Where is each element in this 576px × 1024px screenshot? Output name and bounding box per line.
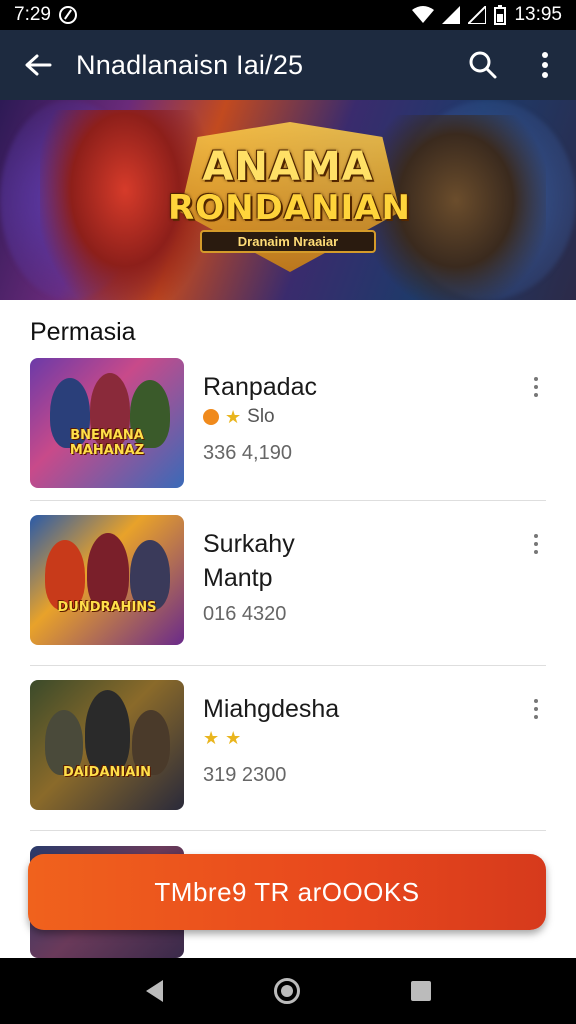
- signal-icon-2: [468, 6, 487, 24]
- rating-dot-icon: [203, 409, 219, 425]
- section-title: Permasia: [30, 318, 136, 346]
- list-item[interactable]: DUNDRAHINS Surkahy Mantp 016 4320: [30, 515, 546, 645]
- item-meta-text: Slo: [247, 406, 275, 427]
- thumbnail-label: DUNDRAHINS: [57, 600, 157, 615]
- star-icon: ★: [225, 728, 242, 748]
- thumbnail-label: DAIDANIAIN: [62, 765, 152, 780]
- banner-subtitle: Dranaim Nraaiar: [200, 230, 376, 253]
- item-meta: ★ ★: [203, 728, 241, 749]
- status-clock: 13:95: [514, 4, 562, 25]
- item-count: 016 4320: [203, 603, 287, 625]
- list-item[interactable]: BNEMANA MAHANAZ Ranpadac ★ Slo 336 4,190: [30, 358, 546, 488]
- item-overflow-menu[interactable]: [526, 694, 546, 724]
- item-count: 319 2300: [203, 764, 287, 786]
- featured-banner[interactable]: ANAMA RONDANIAN Dranaim Nraaiar: [0, 100, 576, 300]
- back-button[interactable]: [0, 30, 76, 100]
- no-disturb-icon: [58, 6, 77, 24]
- item-meta: ★ Slo: [203, 406, 275, 428]
- thumb-figure: [85, 690, 130, 775]
- divider: [30, 500, 546, 501]
- item-title: Surkahy Mantp: [203, 530, 295, 592]
- status-time: 7:29: [14, 4, 51, 25]
- star-icon: ★: [225, 406, 242, 427]
- game-thumbnail: DAIDANIAIN: [30, 680, 184, 810]
- divider: [30, 665, 546, 666]
- item-overflow-menu[interactable]: [526, 529, 546, 559]
- game-thumbnail: DUNDRAHINS: [30, 515, 184, 645]
- banner-title-line2: RONDANIAN: [168, 188, 411, 228]
- item-overflow-menu[interactable]: [526, 372, 546, 402]
- item-title: Ranpadac: [203, 373, 317, 401]
- system-nav-bar: [0, 958, 576, 1024]
- nav-recents-icon[interactable]: [410, 981, 431, 1001]
- divider: [30, 830, 546, 831]
- battery-icon: [494, 5, 507, 25]
- thumbnail-label: BNEMANA MAHANAZ: [69, 428, 145, 458]
- star-icon: ★: [203, 728, 220, 748]
- wifi-icon: [412, 6, 435, 23]
- item-count: 336 4,190: [203, 442, 292, 464]
- item-title: Miahgdesha: [203, 695, 340, 723]
- overflow-menu-button[interactable]: [514, 30, 576, 100]
- app-bar: Nnadlanaisn Iai/25: [0, 30, 576, 100]
- status-bar: 7:29 13:95: [0, 0, 576, 30]
- game-thumbnail: BNEMANA MAHANAZ: [30, 358, 184, 488]
- primary-action-button[interactable]: TMbre9 TR arOOOKS: [28, 854, 546, 930]
- search-icon: [469, 51, 497, 79]
- nav-home-icon[interactable]: [273, 978, 300, 1004]
- signal-icon: [442, 6, 461, 24]
- banner-title-line1: ANAMA: [202, 144, 374, 190]
- nav-back-icon[interactable]: [145, 980, 163, 1002]
- arrow-left-icon: [25, 54, 52, 76]
- app-title: Nnadlanaisn Iai/25: [76, 49, 304, 80]
- more-vert-icon: [542, 52, 548, 78]
- search-button[interactable]: [452, 30, 514, 100]
- status-right: 13:95: [412, 4, 562, 26]
- list-item[interactable]: DAIDANIAIN Miahgdesha ★ ★ 319 2300: [30, 680, 546, 810]
- status-left: 7:29: [14, 4, 77, 26]
